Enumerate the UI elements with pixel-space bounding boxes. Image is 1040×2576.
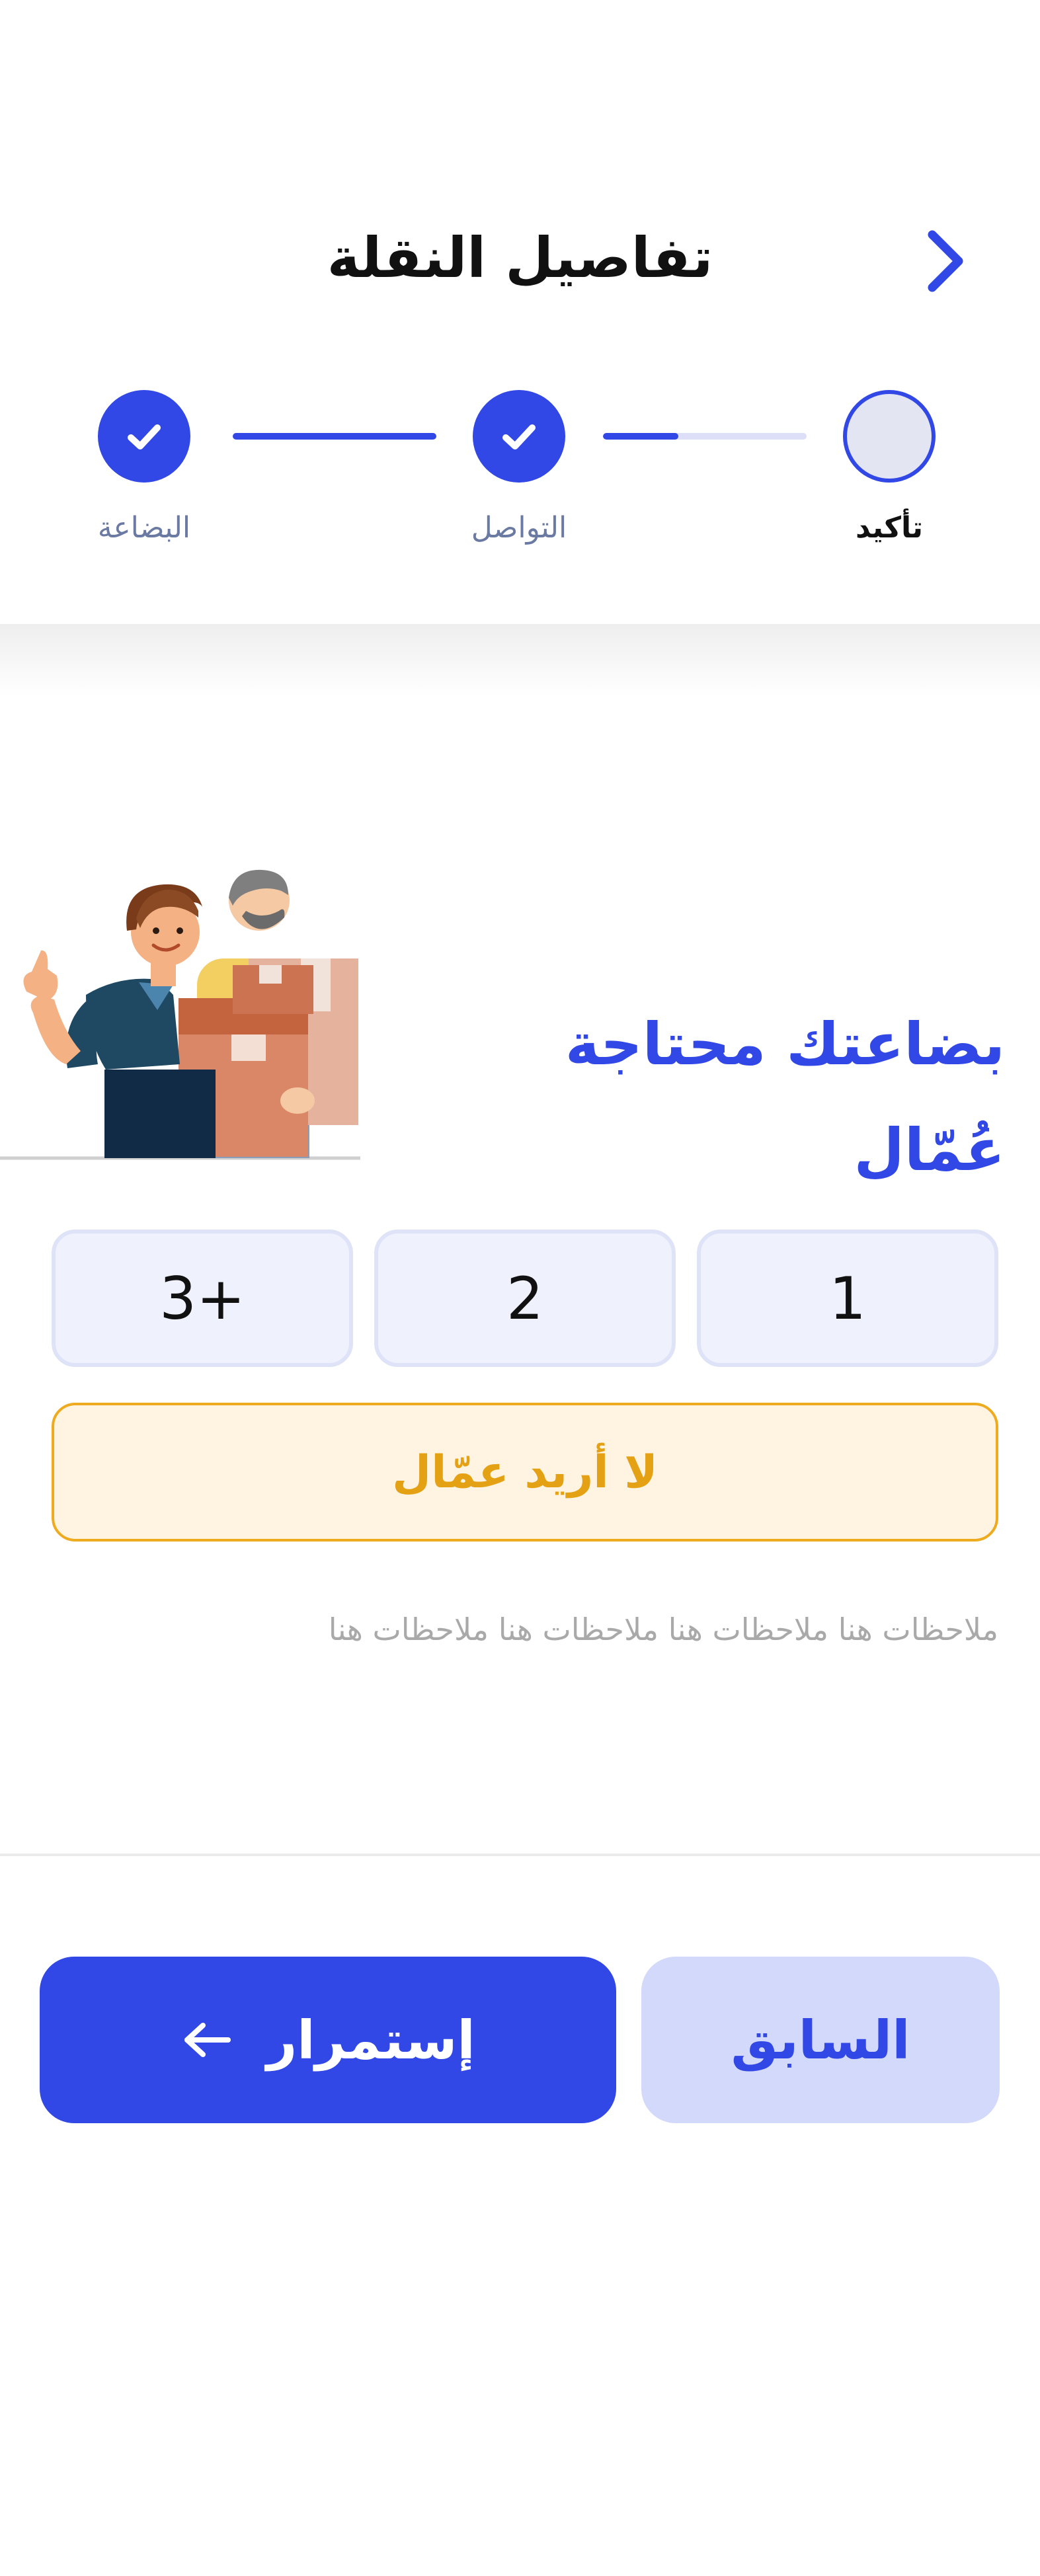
option-3-plus-workers[interactable]: 3+ xyxy=(52,1229,353,1367)
continue-button[interactable]: إستمرار xyxy=(40,1957,616,2123)
step-contact-circle xyxy=(473,390,565,483)
step-connector-1 xyxy=(233,433,436,440)
step-label-confirm: تأكيد xyxy=(855,511,923,545)
question-title: بضاعتك محتاجة عُمّال xyxy=(565,1010,1005,1184)
continue-button-label: إستمرار xyxy=(266,2009,475,2071)
check-icon xyxy=(502,424,536,449)
step-label-goods: البضاعة xyxy=(97,511,191,545)
step-connector-2-fill xyxy=(603,433,678,440)
chevron-right-icon xyxy=(928,230,963,292)
no-workers-button[interactable]: لا أريد عمّال xyxy=(52,1403,998,1542)
header-shadow xyxy=(0,624,1040,697)
workers-illustration xyxy=(0,859,364,1163)
step-goods-circle xyxy=(98,390,190,483)
step-confirm-circle xyxy=(843,390,936,483)
arrow-left-icon xyxy=(184,2023,231,2057)
option-2-workers[interactable]: 2 xyxy=(374,1229,676,1367)
footer-divider xyxy=(0,1854,1040,1856)
check-icon xyxy=(128,424,161,449)
notes-text: ملاحظات هنا ملاحظات هنا ملاحظات هنا ملاح… xyxy=(328,1612,998,1647)
option-1-worker[interactable]: 1 xyxy=(697,1229,998,1367)
back-button[interactable] xyxy=(911,225,984,297)
step-connector-2 xyxy=(603,433,807,440)
step-label-contact: التواصل xyxy=(471,511,567,545)
previous-button[interactable]: السابق xyxy=(641,1957,1000,2123)
previous-button-label: السابق xyxy=(731,2009,910,2071)
page-title: تفاصيل النقلة xyxy=(327,225,713,290)
